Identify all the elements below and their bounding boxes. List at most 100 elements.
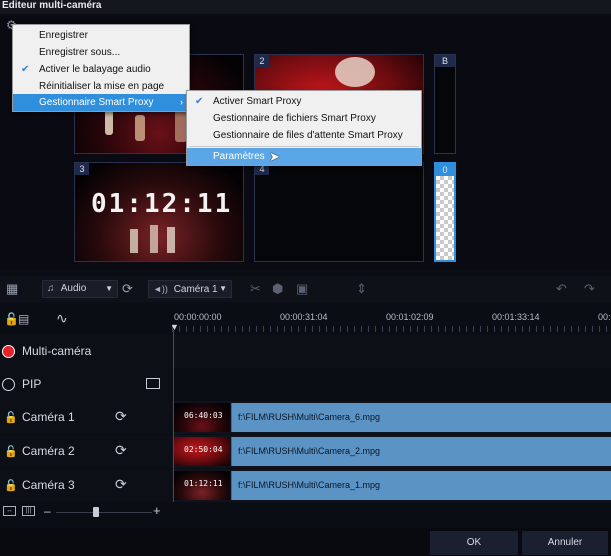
footer: OK Annuler (0, 528, 611, 556)
cancel-button[interactable]: Annuler (522, 531, 608, 555)
waveform-icon[interactable]: ∿ (56, 310, 68, 327)
track-camera-1: 🔓 Caméra 1 ⟳ 06:40:03 f:\FILM\RUSH\Multi… (0, 401, 611, 434)
redo-icon[interactable]: ↷ (584, 276, 595, 302)
stage-light (135, 115, 145, 141)
zoom-preset-icon[interactable]: ||| (22, 506, 35, 516)
mouse-cursor-icon: ➤ (269, 149, 280, 164)
performer-shape (130, 229, 138, 253)
camera-tile-b[interactable]: B (434, 54, 456, 154)
audio-source-dropdown[interactable]: ♫ Audio ▼ (42, 280, 118, 298)
menu-item-enable-smart-proxy[interactable]: ✔ Activer Smart Proxy (187, 93, 421, 110)
menu-separator (189, 146, 419, 147)
zoom-slider-handle[interactable] (93, 507, 99, 517)
camera-source-dropdown[interactable]: ◄)) Caméra 1 ▼ (148, 280, 232, 298)
context-menu: Enregistrer Enregistrer sous... ✔ Active… (12, 24, 190, 112)
menu-item-smart-proxy-manager[interactable]: Gestionnaire Smart Proxy › (13, 94, 189, 111)
ruler-label: 00:00:31:04 (280, 312, 328, 322)
track-header: PIP (0, 368, 172, 401)
track-header: 🔓 Caméra 2 ⟳ (0, 435, 172, 468)
ruler-label: 00:0 (598, 312, 611, 322)
clip[interactable]: f:\FILM\RUSH\Multi\Camera_2.mpg (231, 437, 611, 466)
tile-timecode: 01:12:11 (91, 189, 233, 219)
track-header: 🔓 Caméra 3 ⟳ (0, 469, 172, 502)
clip-thumbnail: 02:50:04 (174, 437, 230, 466)
timeline-ruler[interactable]: 00:00:00:00 00:00:31:04 00:01:02:09 00:0… (170, 310, 611, 334)
zoom-in-icon[interactable]: + (153, 503, 161, 518)
track-name: Caméra 1 (22, 410, 75, 424)
zoom-bar: ↔ ||| – + (0, 502, 172, 524)
track-body[interactable]: 01:12:11 f:\FILM\RUSH\Multi\Camera_1.mpg (172, 469, 611, 502)
playhead-line[interactable] (173, 330, 174, 502)
track-name: Caméra 3 (22, 478, 75, 492)
menu-item-audio-scrub[interactable]: ✔ Activer le balayage audio (13, 61, 189, 78)
menu-item-reset-layout[interactable]: Réinitialiser la mise en page (13, 78, 189, 95)
lock-icon[interactable]: 🔓 (4, 479, 18, 492)
menu-item-label: Activer le balayage audio (39, 64, 151, 75)
lock-all-icon[interactable]: 🔓 (4, 312, 19, 326)
camera-tile-3[interactable]: 3 01:12:11 (74, 162, 244, 262)
clip-thumbnail: 06:40:03 (174, 403, 230, 432)
layout-grid-icon[interactable]: ▦ (6, 276, 18, 302)
menu-item-smart-proxy-file-manager[interactable]: Gestionnaire de fichiers Smart Proxy (187, 110, 421, 127)
undo-icon[interactable]: ↶ (556, 276, 567, 302)
fit-icon[interactable]: ↔ (3, 506, 16, 516)
performer-shape (335, 57, 375, 87)
chevron-down-icon: ▼ (219, 284, 227, 293)
tile-number: 3 (75, 163, 89, 175)
submenu-arrow-icon: › (180, 97, 183, 107)
chevron-down-icon: ▼ (105, 284, 113, 293)
thumbnail-timecode: 01:12:11 (184, 479, 223, 488)
transparent-preview (436, 176, 454, 260)
clip-path: f:\FILM\RUSH\Multi\Camera_2.mpg (238, 446, 381, 456)
radio-icon[interactable] (2, 378, 15, 391)
ok-button[interactable]: OK (430, 531, 518, 555)
sync-icon[interactable]: ⟳ (115, 408, 127, 425)
track-name: Multi-caméra (22, 344, 92, 358)
menu-item-settings[interactable]: Paramètres (187, 148, 421, 165)
audio-dropdown-label: Audio (60, 283, 87, 294)
clip-path: f:\FILM\RUSH\Multi\Camera_6.mpg (238, 412, 381, 422)
sync-icon[interactable]: ⟳ (122, 276, 133, 302)
camera-tile-4[interactable]: 4 (254, 162, 424, 262)
add-track-icon[interactable]: ▤ (18, 312, 29, 326)
camera-dropdown-label: Caméra 1 (173, 284, 218, 295)
playhead-marker-icon[interactable]: ▼ (170, 322, 179, 332)
clip[interactable]: f:\FILM\RUSH\Multi\Camera_1.mpg (231, 471, 611, 500)
arrows-updown-icon[interactable]: ⇕ (356, 276, 367, 302)
zoom-out-icon[interactable]: – (44, 504, 51, 518)
menu-item-label: Gestionnaire de files d'attente Smart Pr… (213, 130, 403, 141)
scissors-icon[interactable]: ✂ (250, 276, 261, 302)
menu-item-save-as[interactable]: Enregistrer sous... (13, 44, 189, 61)
track-pip: PIP (0, 368, 611, 401)
ruler-label: 00:01:33:14 (492, 312, 540, 322)
sync-icon[interactable]: ⟳ (115, 476, 127, 493)
zoom-slider-track[interactable] (56, 512, 152, 513)
tile-number: B (435, 55, 455, 67)
menu-item-save[interactable]: Enregistrer (13, 27, 189, 44)
marker-icon[interactable]: ⬢ (272, 276, 283, 302)
menu-item-smart-proxy-queue-manager[interactable]: Gestionnaire de files d'attente Smart Pr… (187, 127, 421, 144)
clip-path: f:\FILM\RUSH\Multi\Camera_1.mpg (238, 480, 381, 490)
track-name: Caméra 2 (22, 444, 75, 458)
record-icon[interactable] (2, 345, 15, 358)
lock-icon[interactable]: 🔓 (4, 411, 18, 424)
lock-icon[interactable]: 🔓 (4, 445, 18, 458)
speaker-icon: ◄)) (153, 284, 168, 294)
track-body[interactable] (172, 368, 611, 401)
subtitle-icon[interactable]: ▣ (296, 276, 308, 302)
performer-shape (167, 227, 175, 253)
toolbar: ▦ ♫ Audio ▼ ⟳ ◄)) Caméra 1 ▼ ✂ ⬢ ▣ ⇕ ↶ ↷ (0, 276, 611, 302)
sync-icon[interactable]: ⟳ (115, 442, 127, 459)
track-body[interactable]: 06:40:03 f:\FILM\RUSH\Multi\Camera_6.mpg (172, 401, 611, 434)
tile-number: 2 (255, 55, 269, 67)
track-camera-2: 🔓 Caméra 2 ⟳ 02:50:04 f:\FILM\RUSH\Multi… (0, 435, 611, 468)
track-multicam: Multi-caméra (0, 335, 611, 368)
ruler-label: 00:01:02:09 (386, 312, 434, 322)
camera-tile-0[interactable]: 0 (434, 162, 456, 262)
pip-icon[interactable] (146, 378, 160, 389)
checkmark-icon: ✔ (21, 64, 30, 75)
track-body[interactable] (172, 335, 611, 368)
track-body[interactable]: 02:50:04 f:\FILM\RUSH\Multi\Camera_2.mpg (172, 435, 611, 468)
track-camera-3: 🔓 Caméra 3 ⟳ 01:12:11 f:\FILM\RUSH\Multi… (0, 469, 611, 502)
clip[interactable]: f:\FILM\RUSH\Multi\Camera_6.mpg (231, 403, 611, 432)
